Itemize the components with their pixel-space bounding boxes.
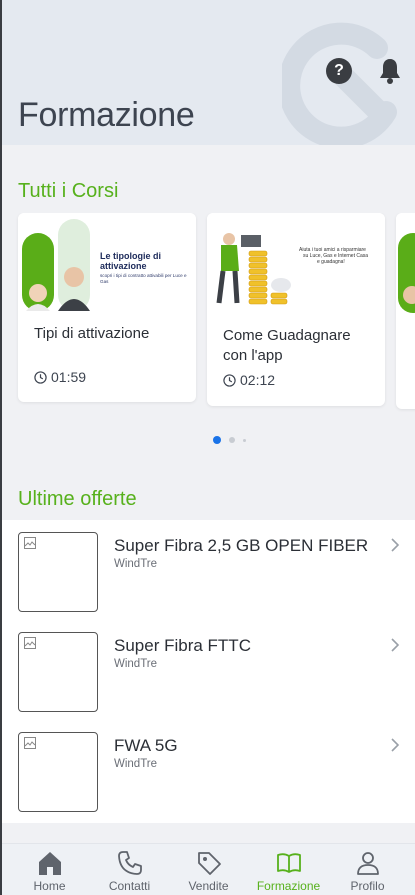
chevron-right-icon bbox=[391, 638, 400, 652]
offer-brand: WindTre bbox=[114, 658, 158, 670]
pagination-dot-active[interactable] bbox=[213, 436, 221, 444]
book-icon bbox=[276, 853, 301, 873]
offers-section-title: Ultime offerte bbox=[18, 488, 137, 510]
course-duration-value: 02:12 bbox=[240, 372, 276, 388]
pagination-dot[interactable] bbox=[243, 438, 246, 442]
course-card[interactable]: Aiuta i tuoi amici a risparmiare su Luce… bbox=[207, 213, 385, 406]
offer-name: Super Fibra FTTC bbox=[114, 636, 251, 655]
screen-edge bbox=[0, 0, 2, 895]
tab-label: Formazione bbox=[256, 879, 321, 893]
offer-item[interactable]: Super Fibra 2,5 GB OPEN FIBER WindTre bbox=[0, 520, 415, 620]
course-duration-value: 01:59 bbox=[51, 369, 87, 385]
thumb-subtitle: scopri i tipi di contratto attivabili pe… bbox=[100, 273, 187, 284]
clock-icon bbox=[34, 370, 47, 384]
offer-item[interactable]: FWA 5G WindTre bbox=[0, 720, 415, 820]
question-icon: ? bbox=[334, 62, 344, 79]
courses-section-title: Tutti i Corsi bbox=[18, 180, 119, 202]
tag-icon bbox=[197, 852, 221, 875]
offer-image bbox=[18, 632, 98, 712]
tab-label: Home bbox=[33, 879, 66, 893]
broken-image-icon bbox=[24, 737, 36, 749]
offer-image bbox=[18, 532, 98, 612]
course-card[interactable]: Le tipologie di attivazione scopri i tip… bbox=[18, 213, 196, 402]
offer-brand: WindTre bbox=[114, 558, 158, 570]
course-title: Come Guadagnare con l'app bbox=[223, 327, 351, 364]
course-duration: 02:12 bbox=[223, 372, 275, 388]
pagination-dot[interactable] bbox=[229, 437, 235, 443]
offer-name: FWA 5G bbox=[114, 736, 178, 755]
tab-label: Vendite bbox=[188, 879, 229, 893]
tab-label: Contatti bbox=[108, 879, 151, 893]
phone-icon bbox=[117, 851, 142, 875]
tab-profilo[interactable]: Profilo bbox=[326, 844, 409, 895]
tab-vendite[interactable]: Vendite bbox=[167, 844, 250, 895]
tab-home[interactable]: Home bbox=[8, 844, 91, 895]
broken-image-icon bbox=[24, 537, 36, 549]
bottom-tab-bar: Home Contatti Vendite Formazione Profilo bbox=[0, 843, 415, 895]
bell-icon[interactable] bbox=[377, 57, 403, 85]
tab-formazione[interactable]: Formazione bbox=[247, 844, 330, 895]
tab-contatti[interactable]: Contatti bbox=[88, 844, 171, 895]
chevron-right-icon bbox=[391, 538, 400, 552]
course-thumbnail: Aiuta i tuoi amici a risparmiare su Luce… bbox=[207, 213, 385, 313]
course-thumbnail bbox=[396, 213, 415, 313]
page-header: Formazione ? bbox=[0, 0, 415, 145]
user-icon bbox=[356, 852, 379, 875]
chevron-right-icon bbox=[391, 738, 400, 752]
tab-label: Profilo bbox=[350, 879, 385, 893]
offer-item[interactable]: Super Fibra FTTC WindTre bbox=[0, 620, 415, 720]
help-button[interactable]: ? bbox=[326, 58, 352, 84]
offers-list: Super Fibra 2,5 GB OPEN FIBER WindTre Su… bbox=[0, 520, 415, 823]
clock-icon bbox=[223, 373, 236, 387]
course-card[interactable] bbox=[396, 213, 415, 409]
course-duration: 01:59 bbox=[34, 369, 86, 385]
broken-image-icon bbox=[24, 637, 36, 649]
offer-brand: WindTre bbox=[114, 758, 158, 770]
page-title: Formazione bbox=[18, 96, 195, 134]
home-icon bbox=[38, 852, 61, 875]
course-title: Tipi di attivazione bbox=[34, 325, 150, 342]
offer-image bbox=[18, 732, 98, 812]
offer-name: Super Fibra 2,5 GB OPEN FIBER bbox=[114, 536, 369, 555]
carousel-pagination bbox=[213, 436, 246, 444]
thumb-heading: Le tipologie di attivazione bbox=[100, 251, 161, 271]
courses-carousel[interactable]: Le tipologie di attivazione scopri i tip… bbox=[0, 213, 415, 413]
